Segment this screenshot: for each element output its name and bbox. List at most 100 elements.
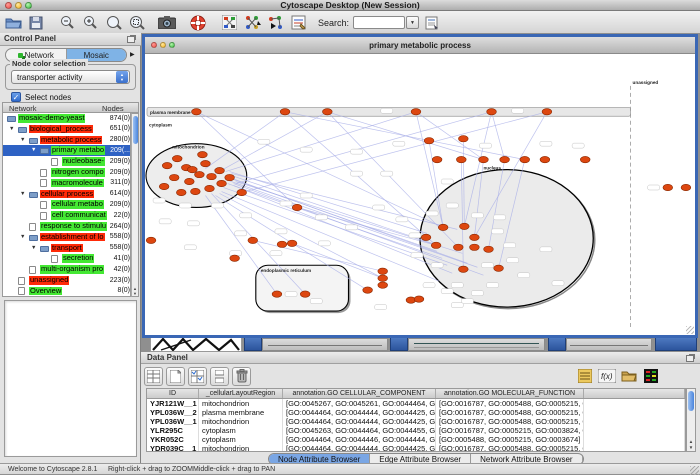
network-node[interactable] (438, 224, 448, 230)
tree-row-response-to-stimulu[interactable]: response to stimulu264(0) (3, 221, 131, 232)
network-node[interactable] (172, 155, 182, 161)
network-node[interactable] (484, 246, 494, 252)
network-node[interactable] (681, 184, 691, 190)
network-node[interactable] (280, 109, 290, 115)
tree-row-transport[interactable]: ▼transport558(0) (3, 243, 131, 254)
network-node[interactable] (542, 109, 552, 115)
expand-arrow-icon[interactable]: ▼ (20, 234, 25, 240)
tree-row-metabolic-process[interactable]: ▼metabolic process280(0) (3, 135, 131, 146)
select-attributes-button[interactable] (144, 367, 163, 386)
network-node[interactable] (487, 109, 497, 115)
background-window-fragment[interactable] (390, 337, 408, 351)
tree-row-establishment-of-lo[interactable]: ▼establishment of lo558(0) (3, 232, 131, 243)
tree-row-macromolecule[interactable]: macromolecule311(0) (3, 178, 131, 189)
column-header[interactable]: ID (147, 389, 199, 398)
column-header[interactable] (584, 389, 685, 398)
new-attribute-button[interactable] (166, 367, 185, 386)
network-node[interactable] (207, 173, 217, 179)
network-node[interactable] (432, 156, 442, 162)
network-node[interactable] (494, 265, 504, 271)
search-options-dropdown[interactable]: ▼ (406, 16, 419, 29)
network-node[interactable] (458, 136, 468, 142)
table-row[interactable]: YPL036W__1mitochondrion[GO:0044464, GO:0… (147, 417, 685, 426)
network-node[interactable] (411, 109, 421, 115)
network-node[interactable] (363, 287, 373, 293)
zoom-view-icon[interactable] (169, 42, 175, 48)
network-node[interactable] (192, 109, 202, 115)
network-node[interactable] (580, 156, 590, 162)
network-node[interactable] (198, 151, 208, 157)
close-view-icon[interactable] (151, 42, 157, 48)
network-overview-button[interactable] (219, 13, 239, 32)
column-header[interactable]: annotation.GO MOLECULAR_FUNCTION (436, 389, 584, 398)
tree-row-cell-communicat[interactable]: cell communicat22(0) (3, 210, 131, 221)
background-window-fragment[interactable] (150, 336, 242, 352)
window-resize-grip[interactable] (686, 326, 694, 334)
background-window-fragment[interactable] (262, 338, 388, 351)
tree-row-secretion[interactable]: secretion41(0) (3, 253, 131, 264)
zoom-fit-button[interactable] (103, 13, 123, 32)
network-node[interactable] (277, 241, 287, 247)
table-scrollbar[interactable]: ▲▼ (686, 388, 696, 452)
search-config-button[interactable] (422, 13, 442, 32)
table-row[interactable]: YPL036W__2plasma membrane[GO:0044464, GO… (147, 408, 685, 417)
import-attributes-folder-button[interactable] (619, 367, 638, 386)
birdseye-view-panel[interactable] (4, 300, 137, 457)
network-node[interactable] (378, 275, 388, 281)
network-node[interactable] (300, 291, 310, 297)
apply-layout-button[interactable] (242, 13, 262, 32)
attribute-list-button[interactable] (575, 367, 594, 386)
minimize-window-icon[interactable] (15, 2, 22, 9)
table-row[interactable]: YKR052Ccytoplasm[GO:0044464, GO:0044446,… (147, 435, 685, 444)
expand-arrow-icon[interactable]: ▼ (31, 245, 36, 251)
delete-attribute-trash-button[interactable] (232, 367, 251, 386)
network-node[interactable] (453, 244, 463, 250)
table-scrollbar-thumb[interactable] (688, 391, 694, 411)
zoom-out-button[interactable] (57, 13, 77, 32)
network-node[interactable] (456, 156, 466, 162)
table-scroll-arrows[interactable]: ▲▼ (687, 439, 695, 451)
tree-row-nucleobase-[interactable]: nucleobase-209(0) (3, 156, 131, 167)
float-data-panel-icon[interactable] (686, 355, 694, 362)
search-input[interactable] (353, 16, 405, 29)
close-window-icon[interactable] (5, 2, 12, 9)
background-window-fragment[interactable] (408, 338, 545, 351)
background-window-fragment[interactable] (244, 337, 262, 351)
tree-row-mosaic-demo-yeast[interactable]: mosaic-demo-yeast874(0) (3, 113, 131, 124)
minimize-view-icon[interactable] (160, 42, 166, 48)
tab-overflow-arrow[interactable]: ▶ (130, 51, 135, 58)
network-node[interactable] (414, 296, 424, 302)
tree-scrollbar[interactable]: ▲▼ (131, 113, 139, 297)
snapshot-camera-button[interactable] (157, 13, 177, 32)
network-node[interactable] (540, 156, 550, 162)
column-header[interactable]: annotation.GO CELLULAR_COMPONENT (283, 389, 436, 398)
network-node[interactable] (424, 138, 434, 144)
expand-arrow-icon[interactable]: ▼ (20, 191, 25, 197)
network-node[interactable] (176, 189, 186, 195)
select-nodes-checkbox[interactable]: ✓ (11, 92, 21, 102)
tree-row-cellular-process[interactable]: ▼cellular process614(0) (3, 189, 131, 200)
network-node[interactable] (479, 156, 489, 162)
network-node[interactable] (195, 171, 205, 177)
network-node[interactable] (458, 266, 468, 272)
network-node[interactable] (237, 189, 247, 195)
network-node[interactable] (162, 162, 172, 168)
table-row[interactable]: YDR039C__1mitochondrion[GO:0044464, GO:0… (147, 444, 685, 452)
float-panel-icon[interactable] (127, 36, 135, 43)
unselect-all-attributes-button[interactable] (210, 367, 229, 386)
tree-row-unassigned[interactable]: unassigned223(0) (3, 275, 131, 286)
column-header[interactable]: _cellularLayoutRegion (199, 389, 283, 398)
network-node[interactable] (663, 184, 673, 190)
node-color-dropdown[interactable]: transporter activity ▲▼ (11, 70, 130, 84)
network-node[interactable] (191, 188, 201, 194)
expand-arrow-icon[interactable]: ▼ (31, 147, 36, 153)
network-window-titlebar[interactable]: primary metabolic process (145, 37, 695, 54)
network-node[interactable] (201, 160, 211, 166)
tree-row-overview[interactable]: Overview8(0) (3, 286, 131, 297)
network-node[interactable] (159, 183, 169, 189)
network-node[interactable] (500, 156, 510, 162)
network-node[interactable] (205, 185, 215, 191)
network-node[interactable] (287, 240, 297, 246)
function-builder-button[interactable]: f(x) (597, 367, 616, 386)
network-node[interactable] (225, 174, 235, 180)
